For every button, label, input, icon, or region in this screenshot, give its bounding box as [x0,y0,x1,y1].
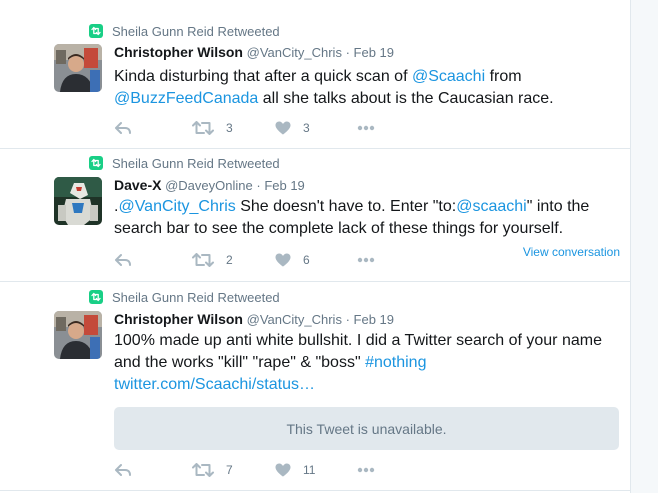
reply-icon [115,254,131,266]
mention-link[interactable]: @VanCity_Chris [118,198,235,215]
more-button[interactable] [357,252,375,268]
mention-link[interactable]: @Scaachi [412,68,485,85]
tweet-text: .@VanCity_Chris She doesn't have to. Ent… [114,196,614,240]
tweet-header: Dave-X @DaveyOnline · Feb 19 [114,177,305,195]
separator: · [256,178,261,193]
text-segment: all she talks about is the Caucasian rac… [258,90,554,107]
tweet-text: 100% made up anti white bullshit. I did … [114,330,614,396]
text-segment: from [485,68,522,85]
more-dots-icon [357,257,375,263]
like-button[interactable]: 11 [275,462,315,478]
reply-icon [115,122,131,134]
heart-icon [275,463,291,477]
text-segment: She doesn't have to. Enter "to: [235,198,457,215]
view-conversation-link[interactable]: View conversation [523,245,620,259]
author-username[interactable]: @VanCity_Chris [247,312,342,327]
unavailable-message: This Tweet is unavailable. [286,420,447,437]
reply-icon [115,464,131,476]
retweet-context: Sheila Gunn Reid Retweeted [89,155,280,171]
retweet-icon [192,463,214,477]
retweet-context-label[interactable]: Sheila Gunn Reid Retweeted [112,156,280,171]
tweet[interactable]: Sheila Gunn Reid Retweeted Dave-X @Davey… [0,148,630,282]
tweet-unavailable-card: This Tweet is unavailable. [114,407,619,450]
retweet-button[interactable]: 2 [192,252,233,268]
hashtag-link[interactable]: #nothing [365,354,426,371]
retweet-context: Sheila Gunn Reid Retweeted [89,289,280,305]
retweet-badge-icon [89,290,103,304]
retweet-badge-icon [89,24,103,38]
more-dots-icon [357,467,375,473]
separator: · [345,45,350,60]
author-name[interactable]: Christopher Wilson [114,311,243,327]
mention-link[interactable]: @scaachi [456,198,527,215]
tweet-actions: 7 11 [114,462,514,478]
tweet-timestamp[interactable]: Feb 19 [354,45,394,60]
text-segment: Kinda disturbing that after a quick scan… [114,68,412,85]
tweet-timestamp[interactable]: Feb 19 [264,178,304,193]
tweet-text: Kinda disturbing that after a quick scan… [114,66,614,110]
reply-button[interactable] [114,252,132,268]
more-dots-icon [357,125,375,131]
heart-icon [275,253,291,267]
like-button[interactable]: 6 [275,252,310,268]
retweet-button[interactable]: 3 [192,120,233,136]
tweet-header: Christopher Wilson @VanCity_Chris · Feb … [114,44,394,62]
retweet-icon [192,121,214,135]
author-username[interactable]: @DaveyOnline [165,178,253,193]
author-name[interactable]: Christopher Wilson [114,44,243,60]
tweet-timestamp[interactable]: Feb 19 [354,312,394,327]
more-button[interactable] [357,462,375,478]
retweet-button[interactable]: 7 [192,462,233,478]
timeline: Sheila Gunn Reid Retweeted Christopher W… [0,0,631,493]
author-username[interactable]: @VanCity_Chris [247,45,342,60]
retweet-count: 7 [226,463,233,477]
tweet[interactable]: Sheila Gunn Reid Retweeted Christopher W… [0,0,630,149]
tweet-header: Christopher Wilson @VanCity_Chris · Feb … [114,311,394,329]
more-button[interactable] [357,120,375,136]
like-button[interactable]: 3 [275,120,310,136]
like-count: 3 [303,121,310,135]
retweet-context-label[interactable]: Sheila Gunn Reid Retweeted [112,24,280,39]
retweet-icon [192,253,214,267]
retweet-count: 2 [226,253,233,267]
url-link[interactable]: twitter.com/Scaachi/status… [114,376,315,393]
tweet-actions: 2 6 View conversation [114,245,620,268]
text-segment: 100% made up anti white bullshit. I did … [114,332,602,371]
separator: · [345,312,350,327]
heart-icon [275,121,291,135]
avatar[interactable] [54,44,102,92]
retweet-context: Sheila Gunn Reid Retweeted [89,23,280,39]
mention-link[interactable]: @BuzzFeedCanada [114,90,258,107]
retweet-count: 3 [226,121,233,135]
like-count: 6 [303,253,310,267]
reply-button[interactable] [114,462,132,478]
avatar[interactable] [54,311,102,359]
author-name[interactable]: Dave-X [114,177,161,193]
avatar[interactable] [54,177,102,225]
retweet-badge-icon [89,156,103,170]
tweet-actions: 3 3 [114,120,514,136]
reply-button[interactable] [114,120,132,136]
like-count: 11 [303,463,316,477]
retweet-context-label[interactable]: Sheila Gunn Reid Retweeted [112,290,280,305]
tweet[interactable]: Sheila Gunn Reid Retweeted Christopher W… [0,282,630,491]
